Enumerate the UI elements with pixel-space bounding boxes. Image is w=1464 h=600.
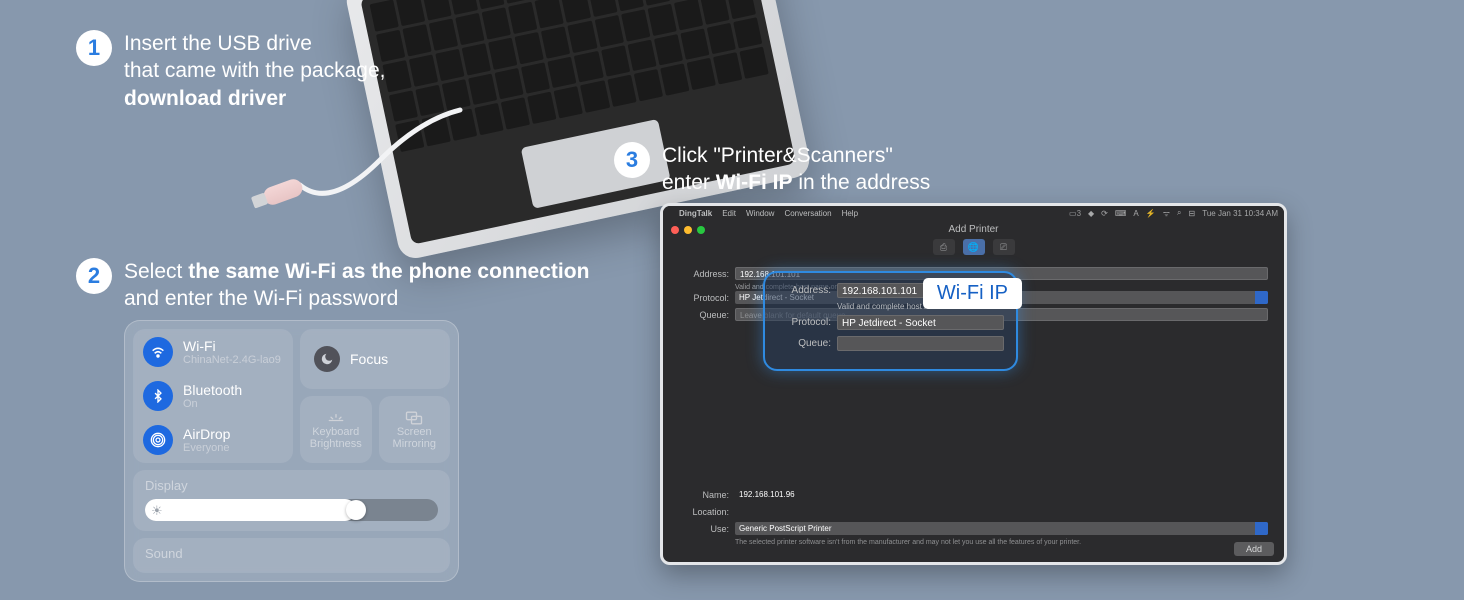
add-button[interactable]: Add [1234,542,1274,556]
airdrop-meta: Everyone [183,442,230,454]
menubar-cc-icon: ⊟ [1189,209,1196,218]
protocol-label-bg: Protocol: [679,293,729,303]
window-controls[interactable] [671,226,705,234]
queue-label-bg: Queue: [679,310,729,320]
name-label: Name: [679,490,729,500]
keyboard-brightness-button[interactable]: Keyboard Brightness [300,396,372,463]
callout-protocol-value[interactable]: HP Jetdirect - Socket [837,315,1004,330]
menubar-search-icon: ⌕ [1177,208,1181,218]
wifi-toggle[interactable]: Wi-FiChinaNet-2.4G-lao9 [143,337,283,367]
address-label-bg: Address: [679,269,729,279]
menubar: DingTalk Edit Window Conversation Help ▭… [663,206,1284,220]
menu-help[interactable]: Help [842,209,858,218]
airdrop-toggle[interactable]: AirDropEveryone [143,425,283,455]
keyboard-brightness-icon [326,410,346,426]
step-3-line1: Click "Printer&Scanners" [662,144,893,167]
add-printer-window: DingTalk Edit Window Conversation Help ▭… [660,203,1287,565]
bluetooth-title: Bluetooth [183,382,242,398]
tab-default[interactable]: ⎙ [933,239,955,255]
callout-highlight: Wi-Fi IP Address:192.168.101.101 Valid a… [763,271,1018,371]
step-1-line1: Insert the USB drive [124,32,312,55]
step-2-line1a: Select [124,260,188,283]
step-1-line2: that came with the package, [124,59,386,82]
step-2-badge: 2 [76,258,112,294]
screen-mirroring-label: Screen Mirroring [381,426,449,450]
control-center-panel: Wi-FiChinaNet-2.4G-lao9 BluetoothOn AirD… [124,320,459,582]
screen-mirroring-icon [404,410,424,426]
step-3-line2c: in the address [793,171,931,194]
name-value: 192.168.101.96 [735,488,1268,501]
menu-edit[interactable]: Edit [722,209,736,218]
menubar-sync-icon: ⟳ [1101,209,1108,218]
step-1-badge: 1 [76,30,112,66]
step-3-badge: 3 [614,142,650,178]
location-label: Location: [679,507,729,517]
menubar-date: Tue Jan 31 10:34 AM [1202,209,1278,218]
menu-conversation[interactable]: Conversation [784,209,831,218]
menubar-battery-icon: ⚡ [1146,209,1156,218]
wifi-ip-bubble: Wi-Fi IP [923,278,1022,309]
callout-queue-label: Queue: [777,338,831,349]
add-printer-form-lower: Name: 192.168.101.96 Location: Use: Generi… [663,488,1284,546]
usb-drive-illustration [261,177,305,208]
focus-label: Focus [350,351,388,367]
step-3-line2a: enter [662,171,716,194]
moon-icon [314,346,340,372]
brightness-slider[interactable]: ☀ [145,499,438,521]
connectivity-group: Wi-FiChinaNet-2.4G-lao9 BluetoothOn AirD… [133,329,293,463]
use-label: Use: [679,524,729,534]
callout-queue-input[interactable] [837,336,1004,351]
use-select[interactable]: Generic PostScript Printer [735,522,1268,535]
screen-mirroring-button[interactable]: Screen Mirroring [379,396,451,463]
step-3: 3 Click "Printer&Scanners" enter Wi-Fi I… [614,142,930,197]
step-2: 2 Select the same Wi-Fi as the phone con… [76,258,589,313]
bluetooth-toggle[interactable]: BluetoothOn [143,381,283,411]
sound-section: Sound [133,538,450,573]
airdrop-icon [143,425,173,455]
bluetooth-icon [143,381,173,411]
wifi-meta: ChinaNet-2.4G-lao9 [183,354,281,366]
focus-toggle[interactable]: Focus [300,329,450,389]
use-note: The selected printer software isn't from… [735,539,1268,546]
step-2-line1b: the same Wi-Fi as the phone connection [188,260,589,283]
menubar-wifi-icon: ᯤ [1163,208,1170,219]
menu-window[interactable]: Window [746,209,774,218]
callout-address-label: Address: [777,285,831,296]
display-section: Display ☀ [133,470,450,531]
bluetooth-meta: On [183,398,242,410]
step-1-line3: download driver [124,87,286,110]
tab-windows[interactable]: ⎚ [993,239,1015,255]
wifi-icon [143,337,173,367]
window-title: Add Printer [663,220,1284,237]
location-value [735,505,1268,518]
keyboard-brightness-label: Keyboard Brightness [302,426,370,450]
sun-icon: ☀ [151,503,163,519]
menubar-font-icon: A [1133,209,1138,218]
display-label: Display [145,478,438,493]
menubar-badge: ▭3 [1069,209,1081,218]
menubar-shield-icon: ◆ [1088,209,1094,218]
callout-protocol-label: Protocol: [777,317,831,328]
add-printer-tabs: ⎙ 🌐 ⎚ [663,237,1284,261]
step-3-line2b: Wi-Fi IP [716,171,793,194]
step-1: 1 Insert the USB drive that came with th… [76,30,386,112]
sound-label: Sound [145,546,438,561]
menubar-app: DingTalk [679,209,712,218]
keyboard-illustration [370,0,769,152]
wifi-title: Wi-Fi [183,338,281,354]
step-2-line2: and enter the Wi-Fi password [124,287,398,310]
tab-ip[interactable]: 🌐 [963,239,985,255]
airdrop-title: AirDrop [183,426,230,442]
menubar-input-icon: ⌨ [1115,209,1127,218]
